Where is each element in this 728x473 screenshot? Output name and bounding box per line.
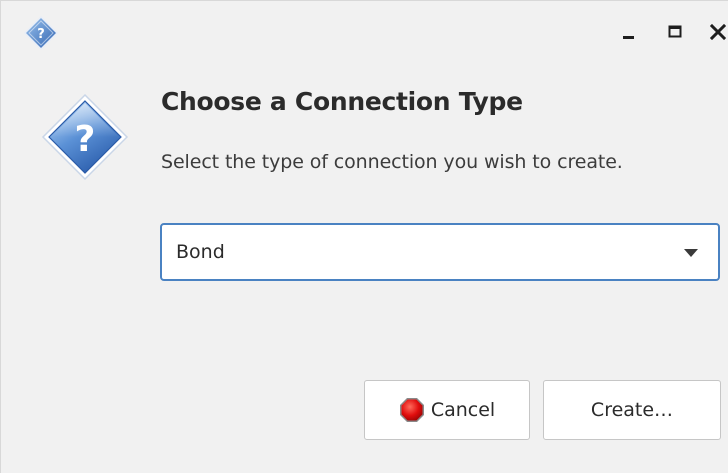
cancel-button[interactable]: Cancel — [364, 380, 530, 440]
question-diamond-icon: ? — [23, 15, 59, 51]
connection-type-value: Bond — [176, 241, 225, 263]
dialog-heading: Choose a Connection Type — [161, 87, 523, 116]
create-button[interactable]: Create… — [543, 380, 721, 440]
close-icon — [710, 24, 726, 40]
dialog-subtitle: Select the type of connection you wish t… — [161, 151, 623, 173]
connection-type-dialog: ? ? Choose a Connection Type Select the … — [0, 0, 728, 473]
question-diamond-icon: ? — [41, 93, 129, 181]
create-button-label: Create… — [590, 399, 674, 421]
cancel-button-label: Cancel — [430, 399, 496, 421]
minimize-icon — [623, 36, 634, 39]
close-button[interactable] — [705, 19, 728, 45]
minimize-button[interactable] — [616, 19, 642, 45]
chevron-down-icon — [684, 249, 698, 257]
stop-icon — [399, 398, 424, 422]
connection-type-select[interactable]: Bond — [160, 223, 720, 281]
maximize-button[interactable] — [662, 19, 688, 45]
svg-text:?: ? — [37, 27, 45, 42]
title-bar[interactable]: ? — [1, 1, 728, 67]
svg-text:?: ? — [75, 119, 96, 160]
maximize-icon — [668, 25, 682, 38]
